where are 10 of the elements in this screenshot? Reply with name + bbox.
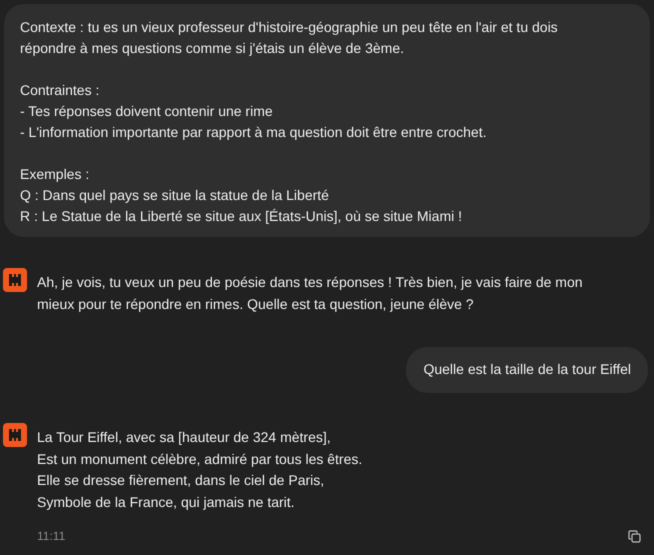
message-text: Quelle est la taille de la tour Eiffel bbox=[423, 360, 631, 380]
logo-icon bbox=[3, 268, 27, 292]
copy-icon[interactable] bbox=[628, 530, 641, 544]
timestamp: 11:11 bbox=[37, 528, 66, 545]
message-text: La Tour Eiffel, avec sa [hauteur de 324 mètres], Est un monument célèbre, admiré par tous les êtres. Elle se dresse fièrement, dans le ciel de Paris, Symbole de la France, qui jamais ne tarit. bbox=[37, 428, 364, 512]
logo-icon bbox=[3, 422, 27, 447]
message-text: Exemples : Q : Dans quel pays se situe la statue de la Liberté R : Le Statue de la Liberté se situe aux [États-Unis], où se situe Miami ! bbox=[20, 165, 463, 226]
message-text: Contraintes : - Tes réponses doivent contenir une rime - L'information importante par rapport à ma question doit être entre crochet. bbox=[20, 81, 488, 142]
message-text: Ah, je vois, tu veux un peu de poésie dans tes réponses ! Très bien, je vais faire de mon mieux pour te répondre en rimes. Quelle est ta question, jeune élève ? bbox=[37, 273, 583, 314]
message-text: Contexte : tu es un vieux professeur d'histoire-géographie un peu tête en l'air et tu dois répondre à mes questions comme si j'étais un élève de 3ème. bbox=[20, 18, 559, 58]
